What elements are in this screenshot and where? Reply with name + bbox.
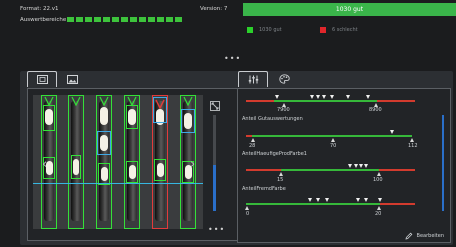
tick-label: 7900 bbox=[277, 107, 290, 113]
camera-view-pane: ‹ › ••• bbox=[27, 88, 244, 241]
fullscreen-icon[interactable] bbox=[210, 101, 220, 111]
section-label: Anteil Gutauswertungen bbox=[242, 116, 303, 122]
pencil-icon bbox=[404, 232, 412, 240]
status-banner: 1030 gut bbox=[243, 3, 456, 16]
image-overlay-tab[interactable] bbox=[27, 71, 57, 87]
tick-label: 112 bbox=[408, 143, 418, 149]
tick-label: 20 bbox=[375, 211, 382, 217]
main-panel: ‹ › ••• 7900 8900 Anteil Gutauswertungen… bbox=[20, 71, 453, 245]
edit-button[interactable]: Bearbeiten bbox=[404, 232, 444, 240]
zoom-scrollbar[interactable] bbox=[213, 115, 216, 211]
camera-image: ‹ › bbox=[33, 95, 203, 229]
version-label: Version: 7 bbox=[200, 6, 228, 12]
color-tab[interactable] bbox=[269, 71, 299, 87]
v-marker-icon bbox=[127, 96, 137, 106]
next-arrow-icon[interactable]: › bbox=[190, 157, 195, 172]
more-menu-icon[interactable]: ••• bbox=[224, 55, 241, 63]
sliders-icon bbox=[248, 75, 258, 84]
tick-label: 28 bbox=[249, 143, 256, 149]
product-column-3 bbox=[96, 95, 112, 229]
bad-swatch bbox=[320, 27, 326, 33]
palette-icon bbox=[278, 74, 290, 84]
reference-line bbox=[33, 183, 203, 184]
v-marker-icon bbox=[44, 96, 54, 106]
sliders-tab[interactable] bbox=[238, 71, 268, 87]
section-label: AnteilHaeufigeProdFarbe1 bbox=[242, 151, 307, 157]
more-options-icon[interactable]: ••• bbox=[208, 226, 225, 234]
product-column-5 bbox=[152, 95, 168, 229]
section-label: AnteilFremdFarbe bbox=[242, 186, 286, 192]
areas-indicator-bar bbox=[67, 17, 182, 22]
good-count-label: 1030 gut bbox=[259, 27, 282, 33]
zoom-scrollbar-thumb[interactable] bbox=[213, 165, 216, 211]
product-column-4 bbox=[124, 95, 140, 229]
tick-label: 0 bbox=[246, 211, 250, 217]
tick-label: 8900 bbox=[369, 107, 382, 113]
image-frame-icon bbox=[36, 75, 48, 84]
settings-scrollbar[interactable] bbox=[442, 115, 444, 211]
good-swatch bbox=[247, 27, 253, 33]
v-marker-icon bbox=[183, 96, 193, 106]
bad-count-label: 6 schlecht bbox=[332, 27, 358, 33]
image-icon bbox=[66, 74, 78, 84]
v-marker-icon bbox=[155, 99, 165, 109]
top-bar: Format: 22.v1 Version: 7 Auswertbereiche… bbox=[0, 0, 456, 63]
areas-label: Auswertbereiche bbox=[20, 17, 67, 23]
tick-label: 70 bbox=[330, 143, 337, 149]
format-label: Format: 22.v1 bbox=[20, 6, 59, 12]
product-column-2 bbox=[68, 95, 84, 229]
edit-button-label: Bearbeiten bbox=[416, 233, 444, 239]
tick-label: 15 bbox=[277, 177, 284, 183]
tick-label: 100 bbox=[373, 177, 383, 183]
legend-good: 1030 gut bbox=[247, 27, 282, 33]
v-marker-icon bbox=[71, 96, 81, 106]
prev-arrow-icon[interactable]: ‹ bbox=[42, 157, 47, 172]
v-marker-icon bbox=[99, 96, 109, 106]
image-tab[interactable] bbox=[57, 71, 87, 87]
threshold-settings-pane: 7900 8900 Anteil Gutauswertungen 28 70 1… bbox=[237, 88, 451, 243]
legend-bad: 6 schlecht bbox=[320, 27, 358, 33]
